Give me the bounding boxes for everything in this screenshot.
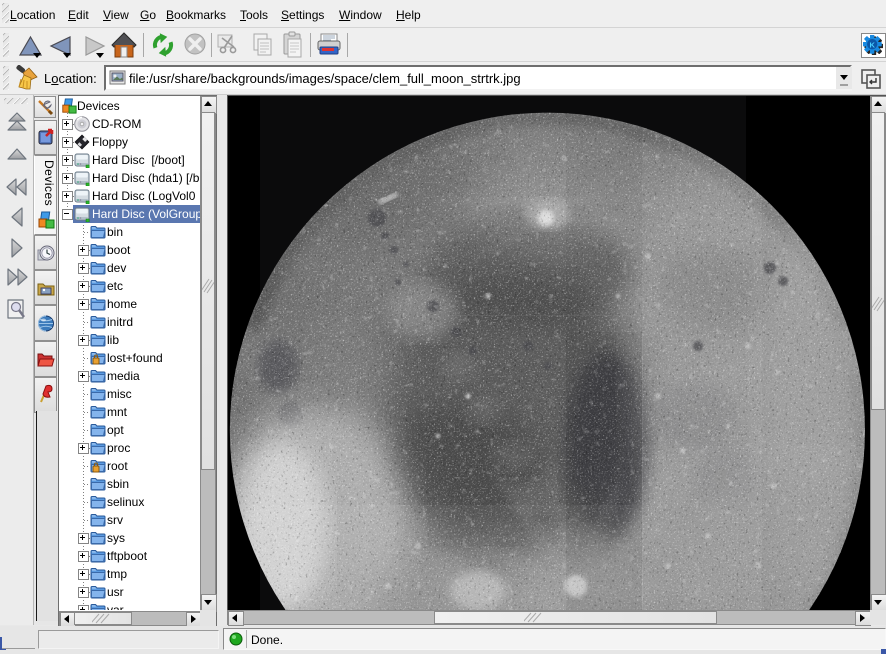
svg-text:K: K <box>869 41 875 50</box>
